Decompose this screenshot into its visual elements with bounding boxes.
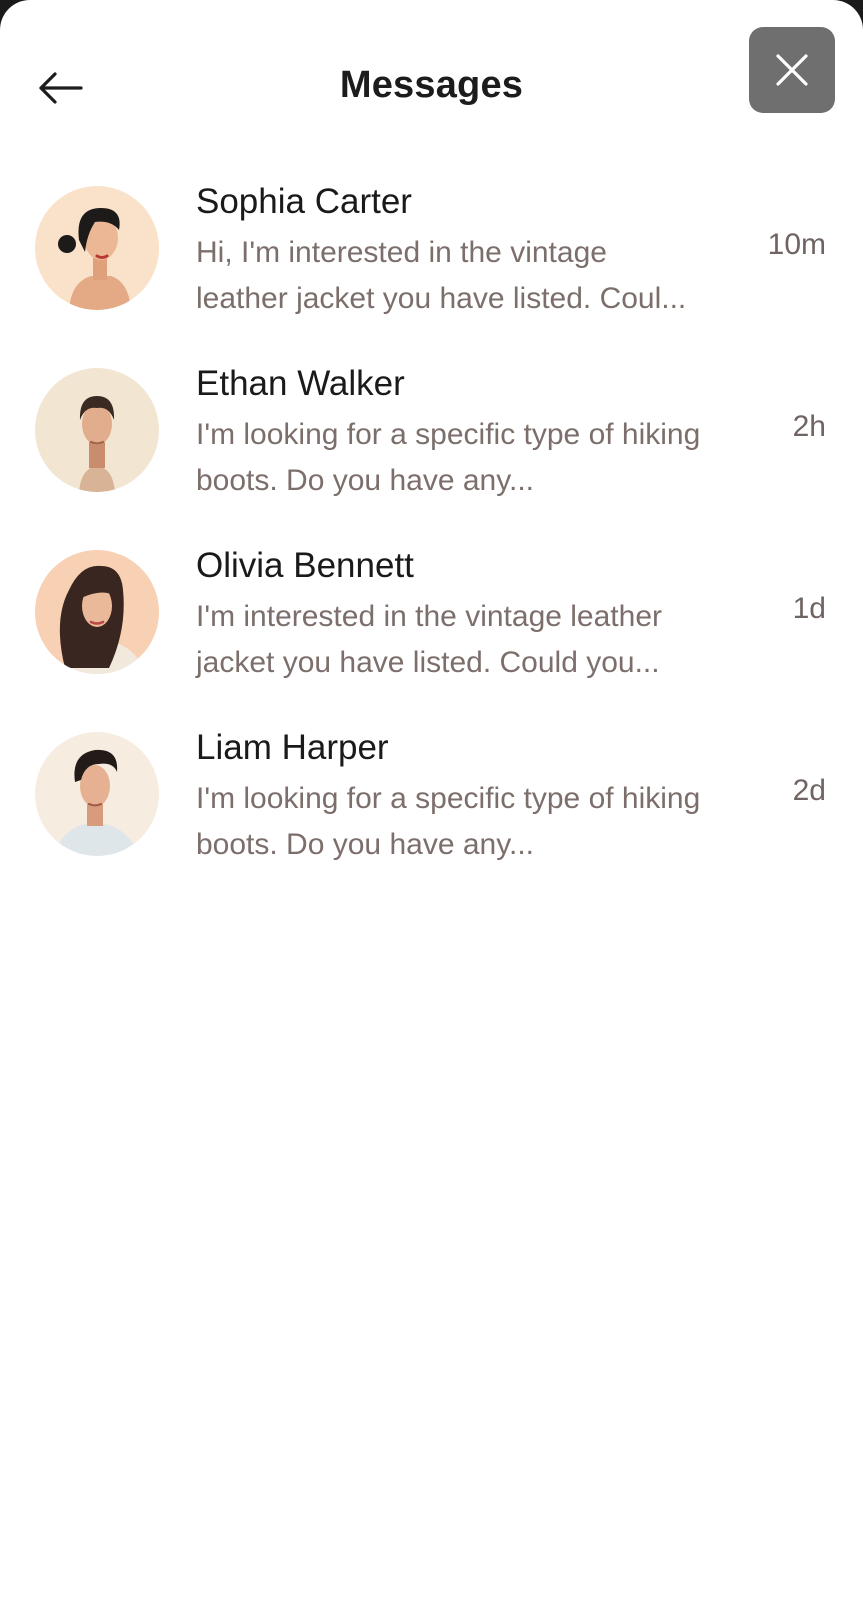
avatar [35, 732, 159, 856]
message-time: 2h [792, 410, 826, 443]
message-time: 2d [792, 774, 826, 807]
preview-line: boots. Do you have any... [196, 828, 534, 861]
conversation-list: Sophia Carter Hi, I'm interested in the … [0, 180, 863, 908]
contact-name: Sophia Carter [196, 182, 412, 221]
contact-name: Ethan Walker [196, 364, 405, 403]
messages-screen: Messages Sophia Carter Hi, I'm intereste… [0, 0, 863, 1600]
message-time: 10m [767, 228, 826, 261]
avatar [35, 368, 159, 492]
message-preview: I'm looking for a specific type of hikin… [196, 412, 756, 504]
contact-name: Olivia Bennett [196, 546, 414, 585]
conversation-item[interactable]: Ethan Walker I'm looking for a specific … [0, 362, 863, 544]
preview-line: I'm interested in the vintage leather [196, 600, 662, 633]
preview-line: jacket you have listed. Could you... [196, 646, 660, 679]
conversation-item[interactable]: Sophia Carter Hi, I'm interested in the … [0, 180, 863, 362]
contact-name: Liam Harper [196, 728, 389, 767]
preview-line: boots. Do you have any... [196, 464, 534, 497]
message-preview: Hi, I'm interested in the vintage leathe… [196, 230, 756, 322]
preview-line: I'm looking for a specific type of hikin… [196, 418, 701, 451]
conversation-item[interactable]: Olivia Bennett I'm interested in the vin… [0, 544, 863, 726]
message-preview: I'm looking for a specific type of hikin… [196, 776, 756, 868]
conversation-item[interactable]: Liam Harper I'm looking for a specific t… [0, 726, 863, 908]
avatar [35, 550, 159, 674]
close-icon [776, 54, 808, 86]
avatar [35, 186, 159, 310]
header: Messages [0, 0, 863, 140]
message-time: 1d [792, 592, 826, 625]
close-button[interactable] [749, 27, 835, 113]
preview-line: Hi, I'm interested in the vintage [196, 236, 607, 269]
preview-line: I'm looking for a specific type of hikin… [196, 782, 701, 815]
preview-line: leather jacket you have listed. Coul... [196, 282, 687, 315]
message-preview: I'm interested in the vintage leather ja… [196, 594, 756, 686]
page-title: Messages [339, 64, 524, 106]
